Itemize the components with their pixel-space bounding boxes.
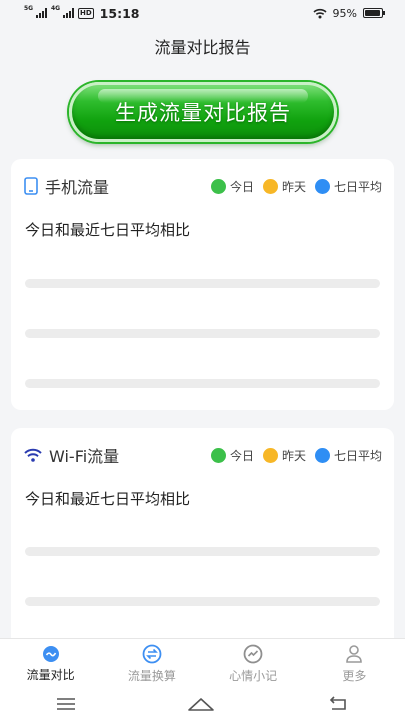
tab-label: 流量对比 <box>26 667 75 682</box>
legend: 今日 昨天 七日平均 <box>210 447 382 464</box>
bottom-tab-bar: 流量对比 流量换算 心情小记 更多 <box>0 638 405 688</box>
hd-badge: HD <box>78 7 94 19</box>
tab-traffic-compare[interactable]: 流量对比 <box>11 645 91 683</box>
mood-icon <box>243 644 263 663</box>
wifi-status-icon <box>313 8 327 18</box>
system-nav-bar <box>0 688 405 720</box>
legend-label: 昨天 <box>281 179 306 194</box>
tab-label: 流量换算 <box>127 668 176 683</box>
wifi-traffic-card: Wi-Fi流量 今日 昨天 七日平均 今日和最近七日平均相比 <box>11 428 394 658</box>
placeholder-bar <box>25 597 380 606</box>
placeholder-bar <box>25 379 380 388</box>
tab-more[interactable]: 更多 <box>314 644 394 684</box>
legend-dot-week-average <box>314 447 330 463</box>
legend-dot-yesterday <box>262 178 278 194</box>
network-type-label: 5G <box>24 5 34 12</box>
legend-dot-today <box>210 178 226 194</box>
tab-mood-note[interactable]: 心情小记 <box>213 644 293 684</box>
legend-label: 今日 <box>229 179 254 194</box>
legend-label: 七日平均 <box>333 448 382 463</box>
tab-traffic-convert[interactable]: 流量换算 <box>112 644 192 684</box>
placeholder-bar <box>25 279 380 288</box>
page-title: 流量对比报告 <box>154 38 251 57</box>
legend-label: 今日 <box>229 448 254 463</box>
phone-icon <box>24 177 38 195</box>
traffic-compare-icon <box>42 645 59 662</box>
card-title: 手机流量 <box>45 178 110 197</box>
tab-label: 更多 <box>342 668 367 683</box>
tab-label: 心情小记 <box>229 668 278 683</box>
back-icon[interactable] <box>327 696 349 712</box>
generate-report-label: 生成流量对比报告 <box>115 101 291 125</box>
placeholder-bar <box>25 547 380 556</box>
legend-dot-today <box>210 447 226 463</box>
legend: 今日 昨天 七日平均 <box>210 178 382 195</box>
legend-label: 七日平均 <box>333 179 382 194</box>
battery-icon <box>363 8 385 18</box>
wifi-icon <box>24 448 42 462</box>
card-subtitle: 今日和最近七日平均相比 <box>25 490 191 508</box>
signal-5g-icon: 5G <box>24 5 47 18</box>
user-icon <box>346 644 363 663</box>
network-type-label: 4G <box>51 5 61 12</box>
legend-label: 昨天 <box>281 448 306 463</box>
menu-icon[interactable] <box>56 697 76 711</box>
clock: 15:18 <box>99 5 140 21</box>
battery-percent: 95% <box>332 6 357 20</box>
status-bar: 5G 4G HD 15:18 95% <box>0 0 405 26</box>
placeholder-bar <box>25 329 380 338</box>
phone-traffic-card: 手机流量 今日 昨天 七日平均 今日和最近七日平均相比 <box>11 159 394 410</box>
card-subtitle: 今日和最近七日平均相比 <box>25 221 191 239</box>
convert-icon <box>142 644 162 663</box>
card-title: Wi-Fi流量 <box>49 447 120 466</box>
signal-4g-icon: 4G <box>51 5 74 18</box>
generate-report-button[interactable]: 生成流量对比报告 <box>69 82 337 142</box>
home-icon[interactable] <box>187 696 215 712</box>
legend-dot-yesterday <box>262 447 278 463</box>
legend-dot-week-average <box>314 178 330 194</box>
